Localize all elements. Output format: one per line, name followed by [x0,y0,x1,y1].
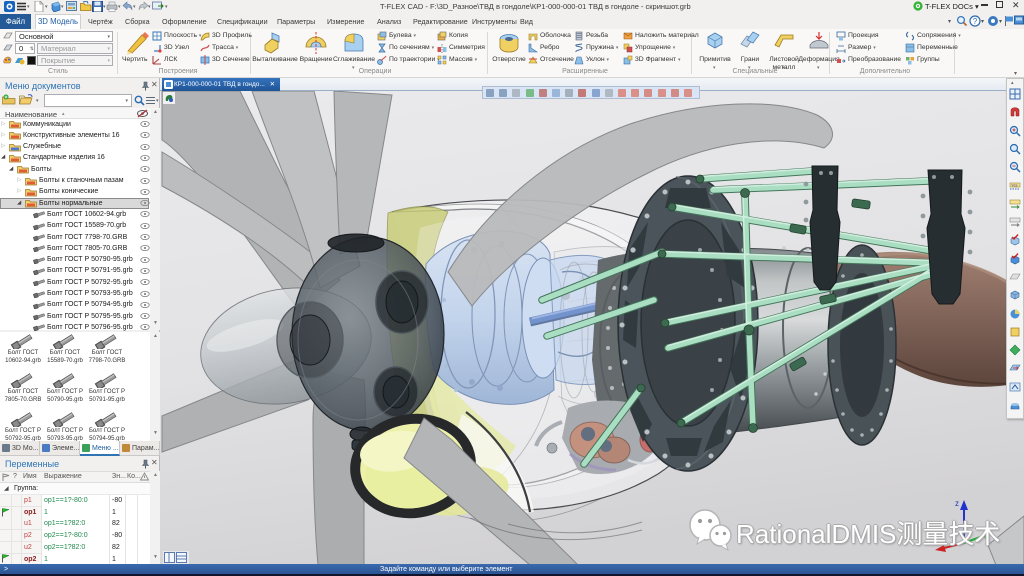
svg-text:z: z [955,499,959,508]
svg-text:?: ? [973,17,978,26]
svg-text:Yes: Yes [1011,183,1018,188]
